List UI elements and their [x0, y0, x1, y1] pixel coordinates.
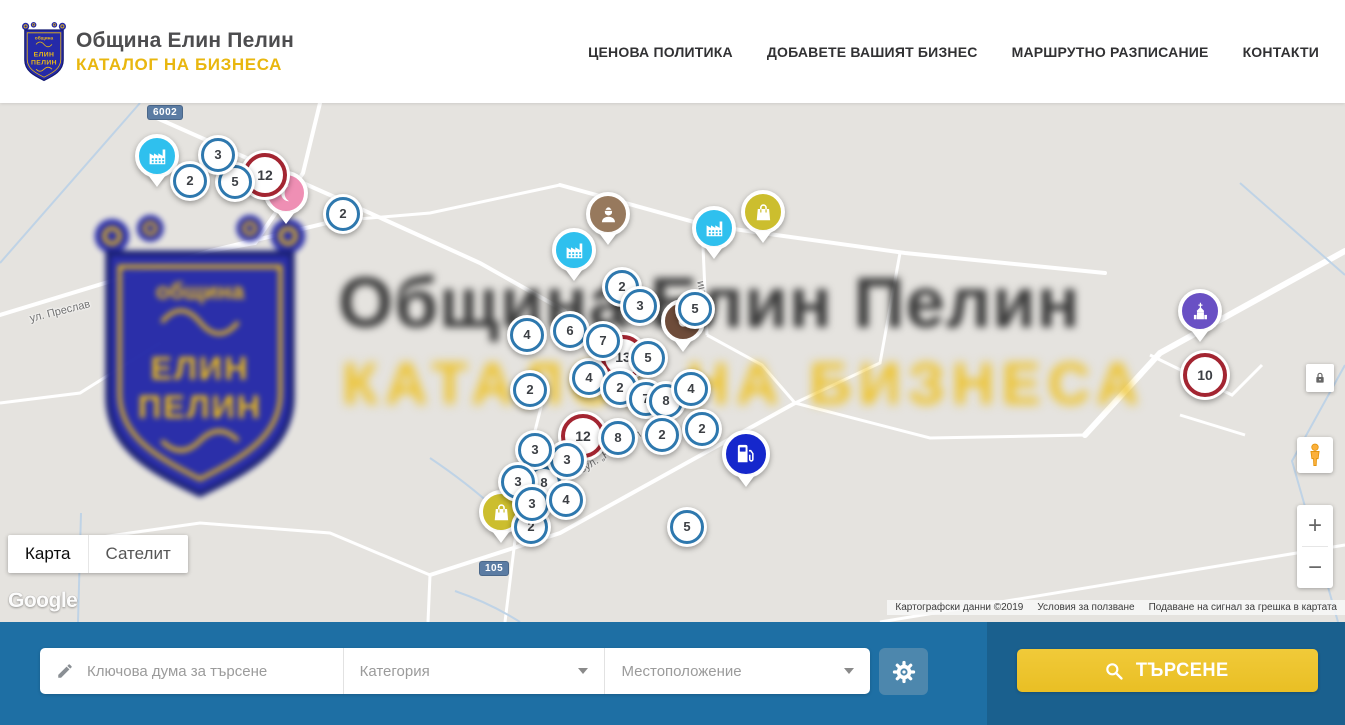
cluster-count: 10: [1183, 353, 1227, 397]
cluster-marker[interactable]: 4: [671, 369, 711, 409]
cluster-marker[interactable]: 5: [667, 507, 707, 547]
cluster-marker[interactable]: 2: [170, 161, 210, 201]
cluster-count: 5: [670, 510, 705, 545]
keyword-field: [40, 648, 343, 694]
brand-subtitle: КАТАЛОГ НА БИЗНЕСА: [76, 55, 294, 75]
cluster-count: 4: [549, 483, 584, 518]
lock-button[interactable]: [1306, 364, 1334, 392]
fuel-marker[interactable]: [722, 430, 770, 487]
zoom-control: + −: [1297, 505, 1333, 588]
municipality-logo-icon: община ЕЛИН ПЕЛИН: [20, 22, 68, 82]
keyword-input[interactable]: [85, 662, 339, 681]
terms-of-use-link[interactable]: Условия за ползване: [1037, 602, 1134, 613]
map-type-map-button[interactable]: Карта: [8, 535, 89, 573]
cluster-count: 7: [586, 324, 621, 359]
attribution-copyright: Картографски данни ©2019: [895, 602, 1023, 613]
map-canvas[interactable]: 6002105 ул. Преславбул. „Новоселици общи…: [0, 103, 1345, 622]
pencil-icon: [56, 662, 74, 680]
zoom-in-button[interactable]: +: [1297, 505, 1333, 546]
gear-icon: [891, 659, 917, 685]
pin-tail: [1191, 330, 1209, 342]
map-attribution: Картографски данни ©2019 Условия за полз…: [887, 600, 1345, 615]
pin-tail: [492, 531, 510, 543]
factory-marker[interactable]: [692, 206, 736, 259]
cluster-count: 3: [201, 138, 236, 173]
location-select[interactable]: Местоположение: [604, 648, 870, 694]
lock-icon: [1312, 370, 1328, 386]
category-select[interactable]: Категория: [343, 648, 605, 694]
cluster-marker[interactable]: 10: [1180, 350, 1230, 400]
cluster-marker[interactable]: 3: [620, 286, 660, 326]
pin-tail: [737, 475, 755, 487]
cluster-count: 5: [631, 341, 666, 376]
brand-title: Община Елин Пелин: [76, 29, 294, 53]
map-type-satellite-button[interactable]: Сателит: [89, 535, 188, 573]
nav-pricing-policy[interactable]: ЦЕНОВА ПОЛИТИКА: [588, 44, 733, 60]
location-placeholder: Местоположение: [621, 663, 741, 680]
cluster-marker[interactable]: 5: [628, 338, 668, 378]
pin-tail: [599, 233, 617, 245]
pin-tail: [674, 340, 692, 352]
cluster-count: 2: [326, 197, 361, 232]
search-button-label: ТЪРСЕНЕ: [1136, 660, 1229, 682]
chevron-down-icon: [578, 668, 588, 674]
search-box: Категория Местоположение: [40, 648, 870, 694]
logo-name-line2: ПЕЛИН: [31, 59, 57, 66]
markers-layer: 134125322235467522784128228333234510: [0, 103, 1345, 622]
pegman-control[interactable]: [1297, 437, 1333, 473]
cluster-count: 3: [623, 289, 658, 324]
cluster-count: 5: [678, 292, 713, 327]
brand[interactable]: община ЕЛИН ПЕЛИН Община Елин Пелин КАТА…: [20, 22, 294, 82]
zoom-out-button[interactable]: −: [1297, 547, 1333, 588]
church-icon: [1178, 289, 1222, 333]
report-map-error-link[interactable]: Подаване на сигнал за грешка в картата: [1149, 602, 1337, 613]
cluster-count: 8: [601, 421, 636, 456]
google-logo[interactable]: Google: [8, 589, 77, 613]
pin-tail: [148, 175, 166, 187]
cluster-count: 4: [674, 372, 709, 407]
cluster-marker[interactable]: 4: [507, 315, 547, 355]
nav-add-business[interactable]: ДОБАВЕТЕ ВАШИЯТ БИЗНЕС: [767, 44, 978, 60]
nav-route-schedule[interactable]: МАРШРУТНО РАЗПИСАНИЕ: [1012, 44, 1209, 60]
cluster-marker[interactable]: 2: [642, 415, 682, 455]
cluster-marker[interactable]: 4: [546, 480, 586, 520]
pin-tail: [565, 269, 583, 281]
pegman-icon: [1302, 442, 1328, 468]
bag-marker[interactable]: [741, 190, 785, 243]
header: община ЕЛИН ПЕЛИН Община Елин Пелин КАТА…: [0, 0, 1345, 103]
settings-button[interactable]: [879, 648, 928, 695]
fuel-icon: [722, 430, 770, 478]
cluster-marker[interactable]: 2: [323, 194, 363, 234]
search-button[interactable]: ТЪРСЕНЕ: [1017, 649, 1318, 692]
cluster-count: 2: [513, 373, 548, 408]
pin-tail: [705, 247, 723, 259]
main-nav: ЦЕНОВА ПОЛИТИКА ДОБАВЕТЕ ВАШИЯТ БИЗНЕС М…: [588, 44, 1319, 60]
cluster-count: 2: [173, 164, 208, 199]
cluster-marker[interactable]: 2: [682, 409, 722, 449]
chevron-down-icon: [844, 668, 854, 674]
factory-marker[interactable]: [552, 228, 596, 281]
cluster-marker[interactable]: 2: [510, 370, 550, 410]
pin-tail: [754, 231, 772, 243]
logo-name-line1: ЕЛИН: [34, 51, 55, 58]
map-type-control: Карта Сателит: [8, 535, 188, 573]
category-placeholder: Категория: [360, 663, 430, 680]
cluster-count: 4: [510, 318, 545, 353]
church-marker[interactable]: [1178, 289, 1222, 342]
cluster-marker[interactable]: 5: [675, 289, 715, 329]
cluster-count: 2: [645, 418, 680, 453]
cluster-count: 3: [515, 487, 550, 522]
cluster-marker[interactable]: 7: [583, 321, 623, 361]
search-bar: Категория Местоположение ТЪРСЕНЕ: [0, 622, 1345, 725]
nav-contacts[interactable]: КОНТАКТИ: [1243, 44, 1319, 60]
pin-tail: [277, 212, 295, 224]
page: община ЕЛИН ПЕЛИН Община Елин Пелин КАТА…: [0, 0, 1345, 725]
factory-icon: [552, 228, 596, 272]
cluster-marker[interactable]: 8: [598, 418, 638, 458]
factory-icon: [692, 206, 736, 250]
bag-icon: [741, 190, 785, 234]
cluster-count: 2: [685, 412, 720, 447]
search-icon: [1104, 661, 1124, 681]
